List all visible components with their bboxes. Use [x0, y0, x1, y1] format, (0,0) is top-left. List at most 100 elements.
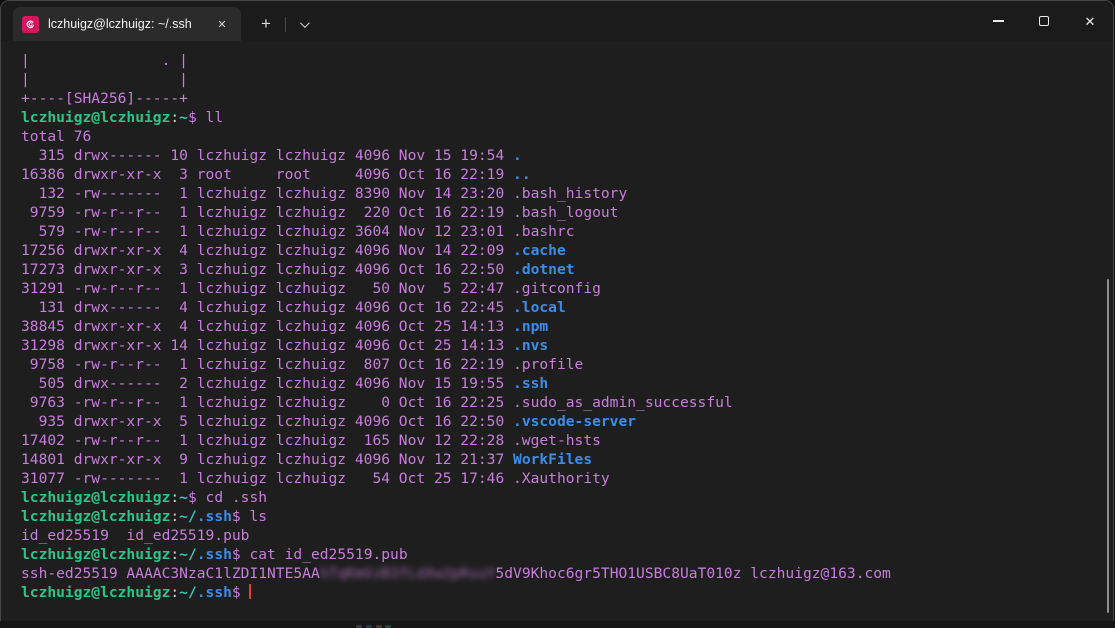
terminal-text-segment: $ ls	[232, 508, 267, 525]
maximize-icon	[1039, 16, 1049, 26]
terminal-text-segment: :	[170, 584, 179, 601]
terminal-text-segment: :	[170, 508, 179, 525]
minimize-icon	[993, 20, 1004, 21]
terminal-line: 505 drwx------ 2 lczhuigz lczhuigz 4096 …	[21, 374, 1113, 393]
terminal-text-segment: .cache	[513, 242, 566, 259]
terminal-text-segment: 16386 drwxr-xr-x 3 root root 4096 Oct 16…	[21, 166, 513, 183]
terminal-text-segment: 5dV9Khoc6gr5THO1USBC8UaT010z lczhuigz@16…	[495, 565, 890, 582]
terminal-text-segment: $ ll	[188, 109, 223, 126]
terminal-line: 16386 drwxr-xr-x 3 root root 4096 Oct 16…	[21, 165, 1113, 184]
terminal-line: lczhuigz@lczhuigz:~/.ssh$ cat id_ed25519…	[21, 545, 1113, 564]
terminal-text-segment: 17273 drwxr-xr-x 3 lczhuigz lczhuigz 409…	[21, 261, 513, 278]
terminal-text-segment: 579 -rw-r--r-- 1 lczhuigz lczhuigz 3604 …	[21, 223, 575, 240]
minimize-button[interactable]	[975, 1, 1021, 41]
terminal-text-segment: ~/	[179, 508, 197, 525]
terminal-text-segment: 131 drwx------ 4 lczhuigz lczhuigz 4096 …	[21, 299, 513, 316]
debian-icon	[22, 16, 39, 33]
terminal-line: 9763 -rw-r--r-- 1 lczhuigz lczhuigz 0 Oc…	[21, 393, 1113, 412]
terminal-text-segment: 38845 drwxr-xr-x 4 lczhuigz lczhuigz 409…	[21, 318, 513, 335]
scrollbar-thumb[interactable]	[1107, 279, 1109, 613]
terminal-text-segment: WorkFiles	[513, 451, 592, 468]
terminal-text-segment: lczhuigz@lczhuigz	[21, 546, 170, 563]
terminal-text-segment: $	[232, 584, 250, 601]
new-tab-button[interactable]: +	[249, 7, 283, 41]
terminal-text-segment: 31291 -rw-r--r-- 1 lczhuigz lczhuigz 50 …	[21, 280, 601, 297]
terminal-line: | |	[21, 70, 1113, 89]
terminal-text-segment: ssh-ed25519 AAAAC3NzaC1lZDI1NTE5AA	[21, 565, 320, 582]
terminal-text-segment: .local	[513, 299, 566, 316]
terminal-line: 31077 -rw------- 1 lczhuigz lczhuigz 54 …	[21, 469, 1113, 488]
terminal-line: 17402 -rw-r--r-- 1 lczhuigz lczhuigz 165…	[21, 431, 1113, 450]
terminal-text-segment: +----[SHA256]-----+	[21, 90, 188, 107]
terminal-text-segment: .vscode-server	[513, 413, 636, 430]
terminal-text-segment: lczhuigz@lczhuigz	[21, 109, 170, 126]
terminal-line: 132 -rw------- 1 lczhuigz lczhuigz 8390 …	[21, 184, 1113, 203]
terminal-text-segment: 132 -rw------- 1 lczhuigz lczhuigz 8390 …	[21, 185, 627, 202]
tab-close-button[interactable]: ✕	[211, 13, 233, 35]
taskbar-edge	[0, 621, 1115, 628]
terminal-text-segment: 315 drwx------ 10 lczhuigz lczhuigz 4096…	[21, 147, 513, 164]
terminal-line: 17256 drwxr-xr-x 4 lczhuigz lczhuigz 409…	[21, 241, 1113, 260]
terminal-text-segment: | . |	[21, 52, 188, 69]
terminal-text-segment: 31298 drwxr-xr-x 14 lczhuigz lczhuigz 40…	[21, 337, 513, 354]
maximize-button[interactable]	[1021, 1, 1067, 41]
terminal-text-segment: $ cat id_ed25519.pub	[232, 546, 408, 563]
terminal-text-segment: .ssh	[513, 375, 548, 392]
terminal-text-segment: ~/	[179, 546, 197, 563]
terminal-text-segment: .ssh	[197, 508, 232, 525]
terminal-text-segment: 14801 drwxr-xr-x 9 lczhuigz lczhuigz 409…	[21, 451, 513, 468]
terminal-line: lczhuigz@lczhuigz:~/.ssh$ ls	[21, 507, 1113, 526]
window-controls: ✕	[975, 1, 1113, 41]
terminal-line: 9759 -rw-r--r-- 1 lczhuigz lczhuigz 220 …	[21, 203, 1113, 222]
terminal-text-segment: hTqKmVzB3fLdXw2pRsuY	[320, 565, 496, 582]
chevron-down-icon	[299, 18, 309, 28]
terminal-line: | . |	[21, 51, 1113, 70]
terminal-line: ssh-ed25519 AAAAC3NzaC1lZDI1NTE5AAhTqKmV…	[21, 564, 1113, 583]
terminal-text-segment: 9763 -rw-r--r-- 1 lczhuigz lczhuigz 0 Oc…	[21, 394, 733, 411]
terminal-tab[interactable]: lczhuigz@lczhuigz: ~/.ssh ✕	[13, 7, 241, 41]
terminal-text-segment: :	[170, 546, 179, 563]
terminal-text-segment: .ssh	[197, 546, 232, 563]
terminal-text-segment: :	[170, 109, 179, 126]
terminal-line: 38845 drwxr-xr-x 4 lczhuigz lczhuigz 409…	[21, 317, 1113, 336]
terminal-text-segment: 31077 -rw------- 1 lczhuigz lczhuigz 54 …	[21, 470, 610, 487]
tab-dropdown-button[interactable]	[288, 7, 318, 41]
terminal-line: lczhuigz@lczhuigz:~$ ll	[21, 108, 1113, 127]
terminal-line: +----[SHA256]-----+	[21, 89, 1113, 108]
terminal-line: 935 drwxr-xr-x 5 lczhuigz lczhuigz 4096 …	[21, 412, 1113, 431]
terminal-text-segment: id_ed25519 id_ed25519.pub	[21, 527, 249, 544]
terminal-line: lczhuigz@lczhuigz:~$ cd .ssh	[21, 488, 1113, 507]
terminal-text-segment: $ cd .ssh	[188, 489, 267, 506]
terminal-text-segment: :	[170, 489, 179, 506]
terminal-text-segment: .dotnet	[513, 261, 575, 278]
terminal-window: lczhuigz@lczhuigz: ~/.ssh ✕ + ✕ | . || |…	[0, 0, 1114, 621]
close-button[interactable]: ✕	[1067, 1, 1113, 41]
terminal-text-segment: .	[513, 147, 522, 164]
title-bar: lczhuigz@lczhuigz: ~/.ssh ✕ + ✕	[1, 1, 1113, 41]
terminal-text-segment: lczhuigz@lczhuigz	[21, 489, 170, 506]
terminal-text-segment: 935 drwxr-xr-x 5 lczhuigz lczhuigz 4096 …	[21, 413, 513, 430]
terminal-text-segment: | |	[21, 71, 188, 88]
titlebar-drag-region[interactable]	[318, 1, 975, 41]
close-icon: ✕	[1085, 15, 1096, 28]
terminal-line: 31291 -rw-r--r-- 1 lczhuigz lczhuigz 50 …	[21, 279, 1113, 298]
terminal-text-segment: 9758 -rw-r--r-- 1 lczhuigz lczhuigz 807 …	[21, 356, 583, 373]
terminal-text-segment: lczhuigz@lczhuigz	[21, 508, 170, 525]
terminal-line: 9758 -rw-r--r-- 1 lczhuigz lczhuigz 807 …	[21, 355, 1113, 374]
terminal-screen[interactable]: | . || |+----[SHA256]-----+lczhuigz@lczh…	[1, 41, 1113, 621]
terminal-line: 17273 drwxr-xr-x 3 lczhuigz lczhuigz 409…	[21, 260, 1113, 279]
terminal-text-segment: 17402 -rw-r--r-- 1 lczhuigz lczhuigz 165…	[21, 432, 601, 449]
terminal-line: 315 drwx------ 10 lczhuigz lczhuigz 4096…	[21, 146, 1113, 165]
terminal-text-segment: 17256 drwxr-xr-x 4 lczhuigz lczhuigz 409…	[21, 242, 513, 259]
terminal-text-segment: ~/	[179, 584, 197, 601]
terminal-line: lczhuigz@lczhuigz:~/.ssh$	[21, 583, 1113, 602]
terminal-text-segment: lczhuigz@lczhuigz	[21, 584, 170, 601]
terminal-line: 31298 drwxr-xr-x 14 lczhuigz lczhuigz 40…	[21, 336, 1113, 355]
terminal-text-segment: .ssh	[197, 584, 232, 601]
terminal-line: 14801 drwxr-xr-x 9 lczhuigz lczhuigz 409…	[21, 450, 1113, 469]
terminal-line: 131 drwx------ 4 lczhuigz lczhuigz 4096 …	[21, 298, 1113, 317]
terminal-line: 579 -rw-r--r-- 1 lczhuigz lczhuigz 3604 …	[21, 222, 1113, 241]
terminal-line: id_ed25519 id_ed25519.pub	[21, 526, 1113, 545]
terminal-text-segment: ~	[179, 109, 188, 126]
terminal-text-segment: ..	[513, 166, 531, 183]
